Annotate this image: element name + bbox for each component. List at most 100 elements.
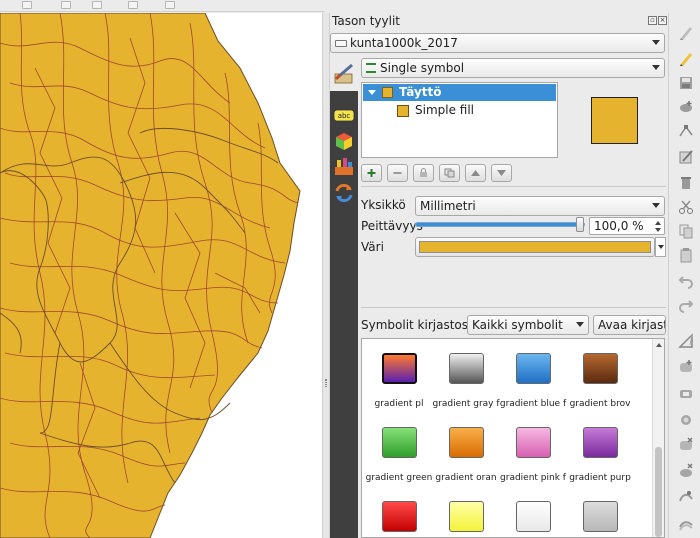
add-feature-icon[interactable] [678,99,694,115]
move-up-button[interactable] [465,164,486,182]
library-label: Symbolit kirjastossa [361,318,482,332]
unit-select[interactable]: Millimetri [415,196,665,216]
symbol-cell[interactable] [565,487,635,537]
symbol-cell[interactable] [498,487,568,537]
digitize-triangle-icon[interactable] [678,333,694,349]
symbol-cell[interactable]: gradient pl [364,339,434,414]
tab-labels[interactable]: abc [333,105,355,125]
symbol-swatch [583,501,618,532]
float-dock-button[interactable]: ▫ [648,16,657,25]
close-dock-button[interactable]: × [658,16,667,25]
save-edits-icon[interactable] [678,75,694,91]
symbol-layer-tree[interactable]: Täyttö Simple fill [361,82,558,158]
spin-up-icon[interactable] [655,221,661,225]
toolbar-icon[interactable] [92,1,102,9]
delete-icon[interactable] [678,175,694,191]
symbol-name: gradient brov [569,399,631,409]
add-symbol-layer-button[interactable] [361,164,382,182]
remove-symbol-layer-button[interactable] [387,164,408,182]
polygon-layer-icon [335,40,347,47]
color-button[interactable] [415,237,655,257]
remove-layer-icon [393,172,402,174]
layer-select[interactable]: kunta1000k_2017 [330,33,665,53]
scrollbar-thumb[interactable] [655,447,662,537]
symbol-swatch [382,427,417,458]
opacity-spinbox[interactable]: 100,0 % [589,217,665,235]
redo-icon[interactable] [678,297,694,313]
symbol-swatch [583,353,618,384]
grid-scrollbar[interactable] [652,339,664,537]
toolbar-icon[interactable] [22,1,32,9]
move-down-button[interactable] [491,164,512,182]
chevron-down-icon [658,245,664,249]
layer-styling-dock: Tason tyylit ▫ × kunta1000k_2017 abc Sin… [330,13,668,538]
symbol-group-select[interactable]: Kaikki symbolit [467,315,589,335]
dock-splitter[interactable] [322,13,330,538]
lock-layer-button[interactable] [413,164,434,182]
spin-down-icon[interactable] [655,228,661,232]
diagram-icon [335,158,353,175]
renderer-select[interactable]: Single symbol [361,58,665,78]
add-layer-icon [367,169,376,177]
tree-row-fill[interactable]: Täyttö [363,84,556,101]
color-preview-bar [419,241,651,253]
offset-curve-icon[interactable] [678,515,694,531]
layer-select-value: kunta1000k_2017 [350,36,458,50]
copy-icon[interactable] [678,223,694,239]
municipality-polygons [0,13,301,538]
vertex-tool-icon[interactable] [678,123,694,139]
map-canvas[interactable] [0,13,322,538]
open-library-button[interactable]: Avaa kirjasto [593,315,666,335]
symbol-name: gradient blue f [499,399,567,409]
symbol-swatch [382,353,417,384]
symbol-name: gradient pl [374,399,424,409]
duplicate-icon [444,168,455,178]
symbol-group-value: Kaikki symbolit [472,318,563,332]
symbol-cell[interactable]: gradient oran [431,413,501,488]
svg-text:abc: abc [338,112,351,120]
symbol-cell[interactable]: gradient purp [565,413,635,488]
add-part-icon[interactable] [678,385,694,401]
delete-ring-icon[interactable] [678,437,694,453]
fill-ring-icon[interactable] [678,411,694,427]
delete-part-icon[interactable] [678,463,694,479]
tab-symbology[interactable] [332,61,356,87]
symbol-cell[interactable] [431,487,501,537]
tab-history[interactable] [333,183,355,203]
expand-arrow-icon[interactable] [368,90,376,95]
toggle-editing-icon[interactable] [678,51,694,67]
undo-icon[interactable] [678,273,694,289]
opacity-slider[interactable] [415,217,585,232]
scroll-up-icon[interactable] [656,343,662,347]
symbol-library-grid[interactable]: gradient pl gradient gray f gradient blue … [361,338,665,538]
toolbar-icon[interactable] [165,1,175,9]
add-ring-icon[interactable] [678,359,694,375]
symbol-cell[interactable]: gradient gray f [431,339,501,414]
reshape-icon[interactable] [678,489,694,505]
symbol-cell[interactable]: gradient pink f [498,413,568,488]
color-menu-button[interactable] [655,237,666,257]
splitter-grip[interactable] [325,379,327,387]
symbol-cell[interactable]: gradient brov [565,339,635,414]
opacity-slider-handle[interactable] [576,217,584,232]
symbol-cell[interactable] [364,487,434,537]
tab-3d[interactable] [333,131,355,151]
tree-row-simple-fill-label: Simple fill [415,103,475,117]
top-toolbar [0,0,325,12]
paste-icon[interactable] [678,247,694,263]
opacity-label: Peittävyys [361,219,423,233]
modify-attributes-icon[interactable] [678,149,694,165]
symbol-cell[interactable]: gradient blue f [498,339,568,414]
toolbar-icon[interactable] [128,1,138,9]
edit-pencil-grey-icon[interactable] [678,25,694,41]
tree-row-simple-fill[interactable]: Simple fill [363,102,556,119]
toolbar-icon[interactable] [61,1,71,9]
duplicate-layer-button[interactable] [439,164,460,182]
tab-diagrams[interactable] [333,157,355,177]
cut-icon[interactable] [678,199,694,215]
symbol-cell[interactable]: gradient green [364,413,434,488]
arrow-up-icon [471,170,480,176]
chevron-down-icon [652,40,660,45]
chevron-down-icon [652,203,660,208]
symbol-swatch [449,353,484,384]
